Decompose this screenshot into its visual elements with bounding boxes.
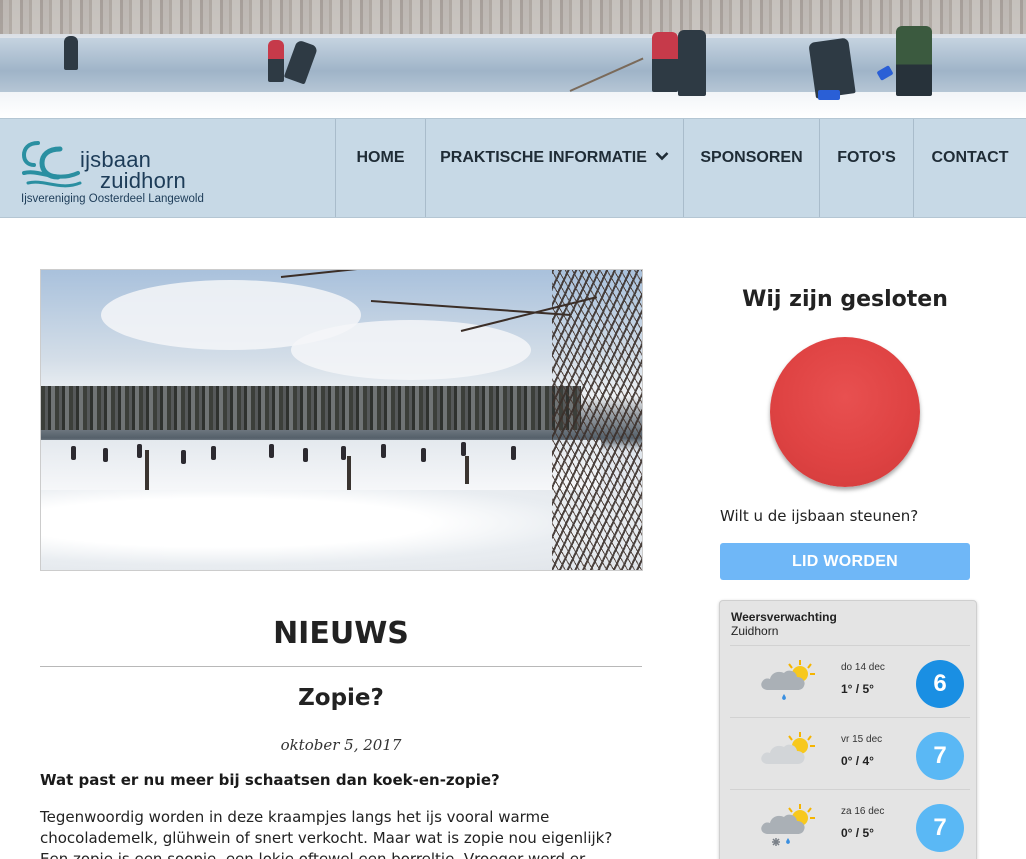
banner-treeline [0, 0, 1026, 34]
featured-photo [40, 269, 643, 571]
ice-score-badge: 7 [916, 804, 964, 852]
banner-person [268, 40, 284, 82]
cloud-sun-icon [761, 732, 815, 764]
nav-item-sponsoren[interactable]: SPONSOREN [683, 119, 819, 217]
section-title: NIEUWS [273, 616, 409, 651]
photo-ice-rink [41, 440, 601, 490]
banner-person [652, 32, 678, 92]
nav-item-label: HOME [356, 149, 405, 166]
logo-name-line1: ijsbaan [80, 147, 152, 172]
weather-widget: Weersverwachting Zuidhorn do 14 dec 1° /… [719, 600, 977, 859]
cloud-sun-rain-icon [761, 660, 815, 700]
nav-item-home[interactable]: HOME [335, 119, 425, 217]
nav-item-fotos[interactable]: FOTO'S [819, 119, 913, 217]
site-header: ijsbaan zuidhorn Ijsvereniging Oosterdee… [0, 118, 1026, 218]
weather-title: Weersverwachting [731, 610, 837, 624]
nav-item-praktische-informatie[interactable]: PRAKTISCHE INFORMATIE [425, 119, 683, 217]
chevron-down-icon [655, 150, 669, 164]
post-date: oktober 5, 2017 [280, 736, 402, 754]
weather-day-row: vr 15 dec 0° / 4° 7 [730, 717, 970, 789]
post-lead: Wat past er nu meer bij schaatsen dan ko… [40, 771, 500, 789]
weather-place: Zuidhorn [731, 624, 779, 638]
nav-item-label: PRAKTISCHE INFORMATIE [440, 149, 647, 166]
header-banner-photo [0, 0, 1026, 118]
weather-temp: 1° / 5° [841, 682, 874, 696]
rink-status-indicator [770, 337, 920, 487]
cloud-sun-snow-rain-icon [761, 804, 815, 846]
banner-ice [0, 38, 1026, 98]
divider [40, 666, 642, 667]
banner-shovel [818, 90, 840, 100]
nav-item-label: SPONSOREN [700, 149, 803, 166]
nav-item-label: FOTO'S [837, 149, 896, 166]
weather-day: do 14 dec [841, 662, 885, 673]
ice-score-badge: 6 [916, 660, 964, 708]
weather-day-row: do 14 dec 1° / 5° 6 [730, 645, 970, 717]
nav-item-contact[interactable]: CONTACT [913, 119, 1026, 217]
banner-person [64, 36, 78, 70]
weather-day-row: za 16 dec 0° / 5° 7 [730, 789, 970, 859]
banner-person [896, 26, 932, 96]
post-title[interactable]: Zopie? [40, 685, 642, 711]
weather-day: za 16 dec [841, 806, 885, 817]
photo-treeline [41, 386, 581, 430]
site-logo[interactable]: ijsbaan zuidhorn Ijsvereniging Oosterdee… [18, 137, 248, 205]
logo-mark-icon [21, 141, 82, 188]
ice-score-badge: 7 [916, 732, 964, 780]
logo-subtitle: Ijsvereniging Oosterdeel Langewold [21, 193, 204, 205]
weather-day: vr 15 dec [841, 734, 883, 745]
nav-item-label: CONTACT [931, 149, 1009, 166]
weather-temp: 0° / 4° [841, 754, 874, 768]
join-button[interactable]: LID WORDEN [720, 543, 970, 580]
banner-snowbank [0, 92, 1026, 118]
logo-name-line2: zuidhorn [100, 168, 186, 193]
support-text: Wilt u de ijsbaan steunen? [720, 507, 919, 525]
rink-status-title: Wij zijn gesloten [742, 287, 948, 312]
banner-person [678, 30, 706, 96]
main-navigation: HOME PRAKTISCHE INFORMATIE SPONSOREN FOT… [335, 119, 1026, 217]
post-body: Tegenwoordig worden in deze kraampjes la… [40, 808, 613, 859]
weather-temp: 0° / 5° [841, 826, 874, 840]
